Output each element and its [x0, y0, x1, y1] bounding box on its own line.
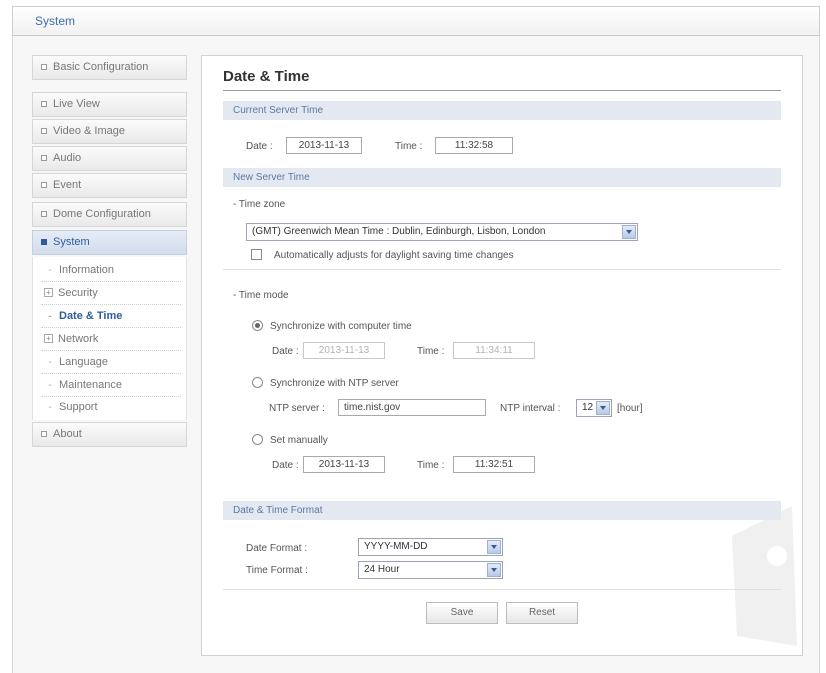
- sidebar-item-basic-configuration[interactable]: Basic Configuration: [32, 55, 187, 80]
- sidebar-item-video-image[interactable]: Video & Image: [32, 119, 187, 144]
- date-format-value: YYYY-MM-DD: [364, 541, 428, 552]
- sidebar-item-system[interactable]: System: [32, 230, 187, 255]
- bullet-icon: [41, 128, 47, 134]
- chevron-down-icon: [622, 225, 636, 239]
- dash-icon: -: [48, 311, 52, 322]
- submenu-item-security[interactable]: + Security: [41, 282, 181, 305]
- bullet-icon: [41, 64, 47, 70]
- title-rule: [223, 90, 781, 91]
- time-format-value: 24 Hour: [364, 564, 400, 575]
- ntp-interval-label: NTP interval :: [500, 403, 561, 414]
- manual-time-input[interactable]: 11:32:51: [453, 456, 535, 473]
- submenu-item-maintenance[interactable]: - Maintenance: [41, 374, 181, 397]
- dash-icon: -: [48, 357, 52, 368]
- manual-time-label: Time :: [417, 460, 445, 471]
- bullet-icon: [41, 211, 47, 217]
- dash-icon: -: [48, 380, 52, 391]
- sync-ntp-radio[interactable]: [252, 377, 263, 388]
- submenu-item-label: Date & Time: [59, 310, 123, 322]
- chevron-down-icon: [596, 401, 610, 415]
- bullet-icon: [41, 101, 47, 107]
- sync-computer-time-field: 11:34:11: [453, 342, 535, 359]
- reset-button[interactable]: Reset: [506, 602, 578, 624]
- divider: [223, 589, 781, 590]
- dst-checkbox[interactable]: [251, 249, 262, 260]
- sidebar-item-label: Video & Image: [53, 125, 125, 137]
- sync-computer-date-label: Date :: [272, 346, 299, 357]
- sidebar-item-live-view[interactable]: Live View: [32, 92, 187, 117]
- dash-icon: -: [48, 265, 52, 276]
- submenu-item-date-time[interactable]: - Date & Time: [41, 305, 181, 328]
- time-zone-value: (GMT) Greenwich Mean Time : Dublin, Edin…: [252, 226, 546, 237]
- chevron-down-icon: [487, 540, 501, 554]
- sidebar-item-label: Audio: [53, 152, 82, 164]
- date-format-label: Date Format :: [246, 543, 308, 554]
- page-title: Date & Time: [223, 68, 310, 85]
- save-button[interactable]: Save: [426, 602, 498, 624]
- submenu-item-label: Language: [59, 356, 108, 368]
- sidebar-item-audio[interactable]: Audio: [32, 146, 187, 171]
- divider: [223, 269, 781, 270]
- submenu-item-label: Network: [58, 333, 99, 345]
- current-date-field: 2013-11-13: [286, 137, 362, 154]
- submenu-item-network[interactable]: + Network: [41, 328, 181, 351]
- sidebar-item-event[interactable]: Event: [32, 173, 187, 198]
- top-bar: System: [12, 6, 820, 36]
- submenu-item-label: Maintenance: [59, 379, 122, 391]
- time-mode-label: - Time mode: [233, 290, 289, 301]
- ntp-server-label: NTP server :: [269, 403, 325, 414]
- current-date-label: Date :: [246, 141, 273, 152]
- bullet-icon: [41, 239, 47, 245]
- date-format-select[interactable]: YYYY-MM-DD: [358, 538, 503, 556]
- app-title: System: [35, 14, 76, 28]
- current-time-field: 11:32:58: [435, 137, 513, 154]
- bullet-icon: [41, 182, 47, 188]
- expand-plus-icon[interactable]: +: [44, 288, 53, 297]
- sidebar-item-label: Dome Configuration: [53, 208, 151, 220]
- sync-ntp-label: Synchronize with NTP server: [270, 378, 399, 389]
- ntp-server-input[interactable]: time.nist.gov: [338, 399, 486, 416]
- watermark-logo-icon: [732, 506, 797, 646]
- bullet-icon: [41, 431, 47, 437]
- dst-label: Automatically adjusts for daylight savin…: [274, 250, 514, 261]
- submenu-item-support[interactable]: - Support: [41, 396, 181, 419]
- section-new-server-time: New Server Time: [223, 168, 781, 187]
- sync-computer-radio[interactable]: [252, 320, 263, 331]
- expand-plus-icon[interactable]: +: [44, 334, 53, 343]
- manual-date-label: Date :: [272, 460, 299, 471]
- chevron-down-icon: [487, 563, 501, 577]
- sidebar-item-dome-configuration[interactable]: Dome Configuration: [32, 202, 187, 227]
- ntp-interval-value: 12: [582, 402, 594, 413]
- section-date-time-format: Date & Time Format: [223, 501, 781, 520]
- submenu-item-information[interactable]: - Information: [41, 259, 181, 282]
- time-format-label: Time Format :: [246, 565, 308, 576]
- submenu-item-label: Security: [58, 287, 98, 299]
- sidebar-item-label: System: [53, 236, 90, 248]
- manual-date-input[interactable]: 2013-11-13: [303, 456, 385, 473]
- main-panel: Date & Time Current Server Time Date : 2…: [201, 55, 803, 656]
- sync-computer-time-label: Time :: [417, 346, 445, 357]
- sidebar-item-label: Live View: [53, 98, 100, 110]
- sidebar-item-label: Basic Configuration: [53, 61, 149, 73]
- sync-computer-date-field: 2013-11-13: [303, 342, 385, 359]
- dash-icon: -: [48, 402, 52, 413]
- sync-computer-label: Synchronize with computer time: [270, 321, 412, 332]
- current-time-label: Time :: [395, 141, 423, 152]
- section-current-server-time: Current Server Time: [223, 101, 781, 120]
- time-format-select[interactable]: 24 Hour: [358, 561, 503, 579]
- submenu-item-label: Information: [59, 264, 115, 276]
- time-zone-label: - Time zone: [233, 199, 286, 210]
- bullet-icon: [41, 155, 47, 161]
- submenu-item-label: Support: [59, 401, 98, 413]
- time-zone-select[interactable]: (GMT) Greenwich Mean Time : Dublin, Edin…: [246, 223, 638, 241]
- submenu-item-language[interactable]: - Language: [41, 351, 181, 374]
- set-manually-radio[interactable]: [252, 434, 263, 445]
- sidebar-item-about[interactable]: About: [32, 422, 187, 447]
- set-manually-label: Set manually: [270, 435, 328, 446]
- ntp-interval-select[interactable]: 12: [576, 399, 612, 417]
- sidebar-item-label: About: [53, 428, 82, 440]
- sidebar-item-label: Event: [53, 179, 82, 191]
- ntp-interval-unit: [hour]: [617, 403, 643, 414]
- system-submenu: - Information + Security - Date & Time + Net…: [32, 257, 187, 420]
